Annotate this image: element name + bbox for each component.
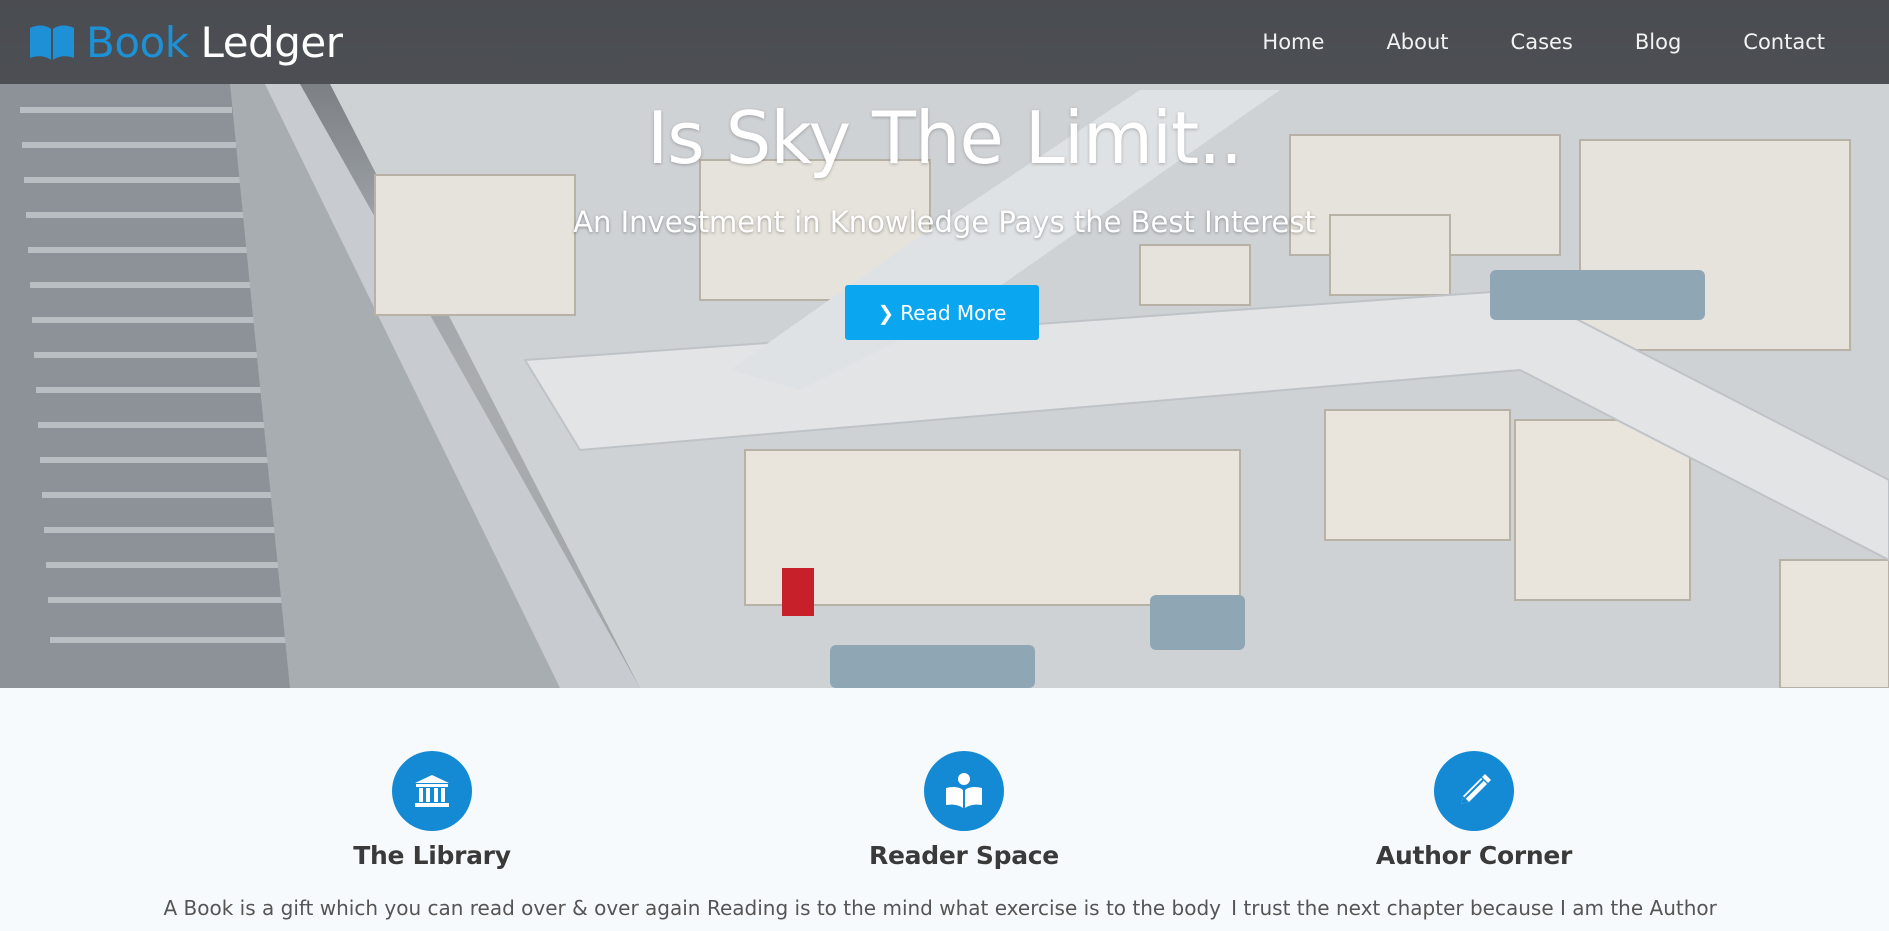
features-section: The Library A Book is a gift which you c… xyxy=(0,688,1889,931)
brand-name-part2: Ledger xyxy=(200,17,343,67)
nav-link-about[interactable]: About xyxy=(1386,30,1448,54)
feature-reader-space: Reader Space Reading is to the mind what… xyxy=(684,688,1244,920)
feature-title: Reader Space xyxy=(869,841,1059,870)
feature-text: Reading is to the mind what exercise is … xyxy=(706,896,1222,920)
institution-icon xyxy=(392,751,472,831)
nav-link-home[interactable]: Home xyxy=(1262,30,1324,54)
feature-text: A Book is a gift which you can read over… xyxy=(163,896,701,920)
chevron-right-icon: ❯ xyxy=(877,300,895,325)
feature-title: The Library xyxy=(353,841,511,870)
nav-link-cases[interactable]: Cases xyxy=(1511,30,1573,54)
open-book-icon xyxy=(30,25,74,60)
read-more-label: Read More xyxy=(900,300,1007,325)
feature-author-corner: Author Corner I trust the next chapter b… xyxy=(1194,688,1754,920)
hero-title: Is Sky The Limit.. xyxy=(646,96,1243,180)
feature-title: Author Corner xyxy=(1375,841,1573,870)
reader-icon xyxy=(924,751,1004,831)
nav-link-blog[interactable]: Blog xyxy=(1635,30,1681,54)
brand-name-part1: Book xyxy=(86,17,189,67)
brand-logo[interactable]: Book Ledger xyxy=(28,17,343,67)
top-navbar: Book Ledger Home About Cases Blog Contac… xyxy=(0,0,1889,84)
nav-menu: Home About Cases Blog Contact xyxy=(1200,0,1825,84)
feature-text: I trust the next chapter because I am th… xyxy=(1231,896,1717,920)
hero-subtitle: An Investment in Knowledge Pays the Best… xyxy=(573,205,1316,239)
read-more-button[interactable]: ❯ Read More xyxy=(845,285,1039,340)
feature-library: The Library A Book is a gift which you c… xyxy=(152,688,712,920)
pencil-icon xyxy=(1434,751,1514,831)
nav-link-contact[interactable]: Contact xyxy=(1743,30,1825,54)
